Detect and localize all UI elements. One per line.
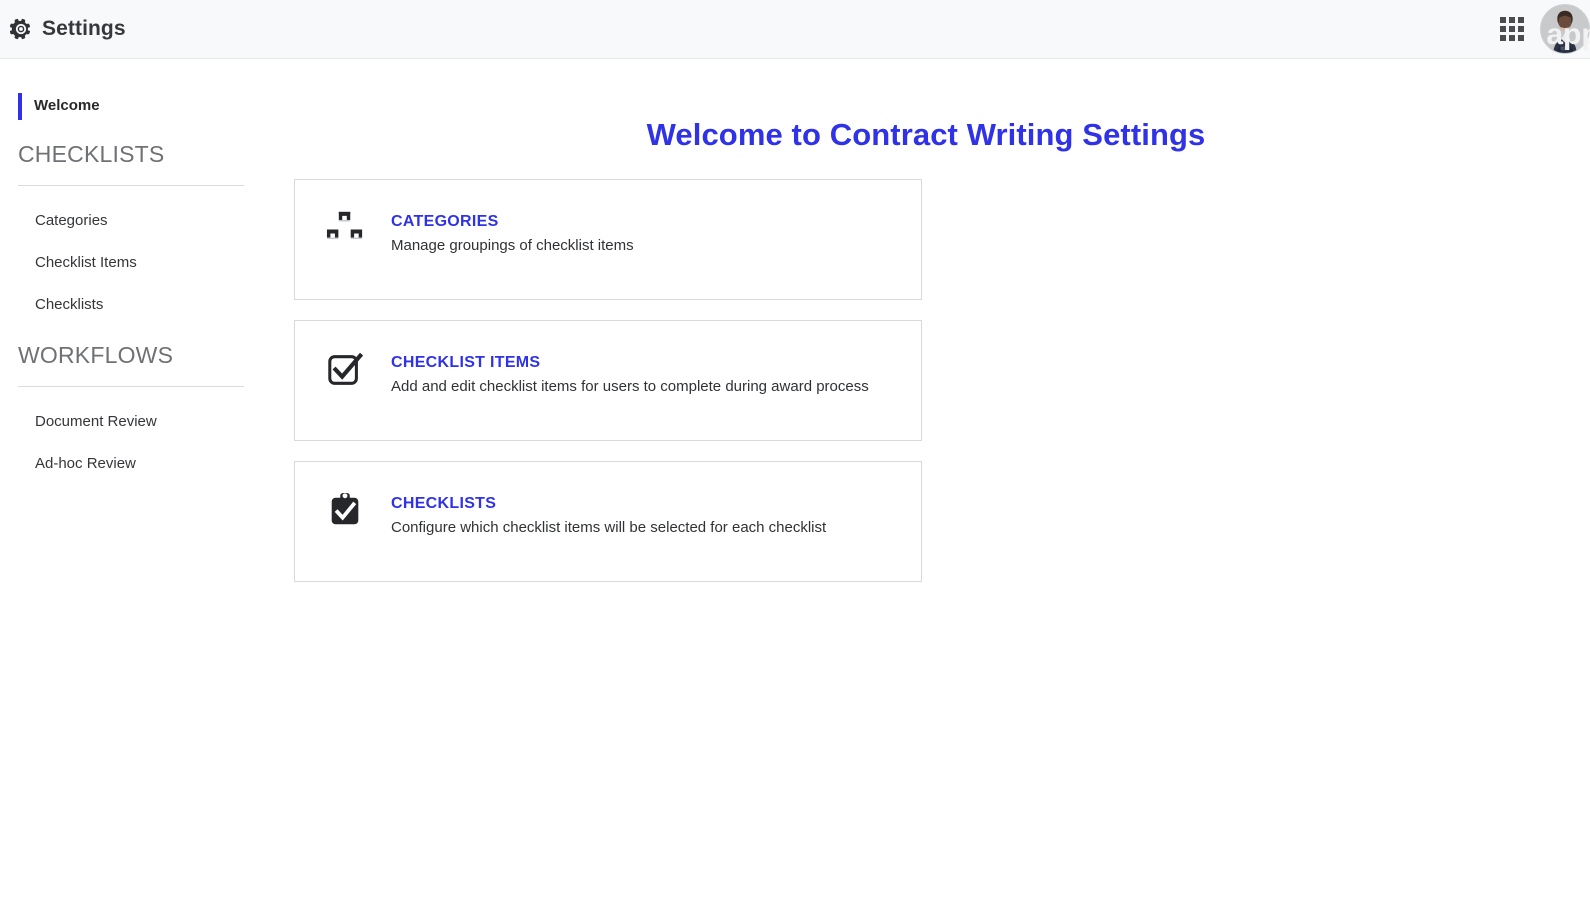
- header-actions: appi: [1500, 4, 1590, 54]
- gear-icon: [9, 18, 32, 40]
- sidebar-item-categories[interactable]: Categories: [0, 200, 262, 242]
- card-checklist-items[interactable]: CHECKLIST ITEMS Add and edit checklist i…: [294, 320, 922, 441]
- sidebar-item-welcome[interactable]: Welcome: [0, 91, 262, 121]
- apps-grid-icon[interactable]: [1500, 17, 1524, 41]
- card-categories[interactable]: CATEGORIES Manage groupings of checklist…: [294, 179, 922, 300]
- sidebar-section-title: WORKFLOWS: [18, 342, 174, 368]
- sidebar-item-ad-hoc-review[interactable]: Ad-hoc Review: [0, 443, 262, 485]
- boxes-icon: [325, 210, 365, 250]
- page-title: Settings: [42, 17, 126, 40]
- card-body: CHECKLISTS Configure which checklist ite…: [391, 492, 826, 539]
- card-description: Manage groupings of checklist items: [391, 237, 634, 254]
- card-body: CATEGORIES Manage groupings of checklist…: [391, 210, 634, 257]
- check-square-icon: [325, 351, 365, 391]
- card-body: CHECKLIST ITEMS Add and edit checklist i…: [391, 351, 869, 398]
- card-checklists[interactable]: CHECKLISTS Configure which checklist ite…: [294, 461, 922, 582]
- welcome-heading: Welcome to Contract Writing Settings: [646, 117, 1206, 152]
- sidebar-item-label: Welcome: [34, 97, 100, 114]
- sidebar: Welcome CHECKLISTS Categories Checklist …: [0, 59, 262, 904]
- sidebar-section-workflows: WORKFLOWS: [0, 340, 262, 387]
- card-title: CHECKLISTS: [391, 495, 497, 512]
- app-header: Settings appi: [0, 0, 1590, 59]
- card-description: Add and edit checklist items for users t…: [391, 378, 869, 395]
- sidebar-item-checklist-items[interactable]: Checklist Items: [0, 242, 262, 284]
- card-description: Configure which checklist items will be …: [391, 519, 827, 536]
- settings-card-grid: CATEGORIES Manage groupings of checklist…: [262, 153, 1590, 582]
- sidebar-items-workflows: Document Review Ad-hoc Review: [0, 387, 262, 485]
- header-brand: Settings: [0, 17, 126, 41]
- card-title: CATEGORIES: [391, 213, 499, 230]
- card-title: CHECKLIST ITEMS: [391, 354, 541, 371]
- clipboard-check-icon: [325, 492, 365, 532]
- avatar[interactable]: [1540, 4, 1590, 54]
- sidebar-section-checklists: CHECKLISTS: [0, 139, 262, 186]
- sidebar-section-title: CHECKLISTS: [18, 141, 165, 167]
- sidebar-item-checklists[interactable]: Checklists: [0, 284, 262, 326]
- sidebar-item-document-review[interactable]: Document Review: [0, 401, 262, 443]
- sidebar-items-checklists: Categories Checklist Items Checklists: [0, 186, 262, 326]
- main-content: Welcome to Contract Writing Settings CAT…: [262, 59, 1590, 904]
